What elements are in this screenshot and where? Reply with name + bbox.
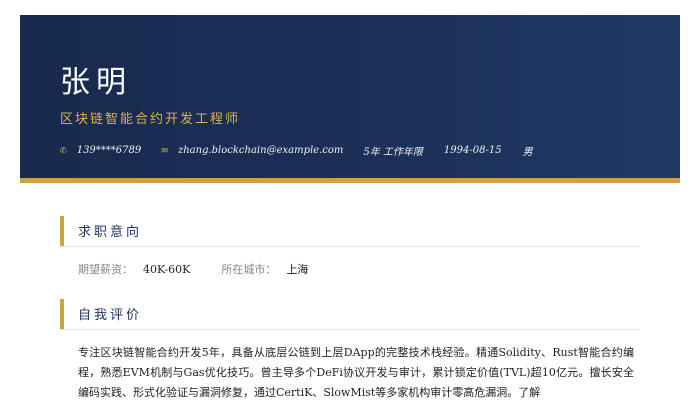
job-title: 区块链智能合约开发工程师 [60,112,241,127]
section-header-intent: 求职意向 [60,216,640,247]
section-accent-bar [60,216,64,246]
candidate-name: 张明 [60,65,132,100]
self-evaluation-text: 专注区块链智能合约开发5年，具备从底层公链到上层DApp的完整技术栈经验。精通S… [78,346,634,399]
birthdate: 1994-08-15 [443,145,502,156]
contact-row: ✆ 139****6789 ✉ zhang.blockchain@example… [60,143,554,158]
city-label: 所在城市： [221,263,277,276]
section-accent-bar [60,299,64,329]
salary-label: 期望薪资： [78,263,133,276]
section-title-intent: 求职意向 [78,225,143,240]
resume-header: 张明 区块链智能合约开发工程师 ✆ 139****6789 ✉ zhang.bl… [20,15,680,183]
contact-phone: ✆ 139****6789 [60,145,141,156]
phone-number: 139****6789 [76,145,142,156]
email-address[interactable]: zhang.blockchain@example.com [178,145,343,156]
contact-email[interactable]: ✉ zhang.blockchain@example.com [161,145,343,156]
gender: 男 [522,147,533,158]
job-intent-row: 期望薪资： 40K-60K 所在城市： 上海 [78,261,339,277]
experience-years: 5年 工作年限 [363,147,423,158]
phone-icon: ✆ [60,146,67,155]
city-value: 上海 [286,263,309,276]
section-header-summary: 自我评价 [60,299,640,330]
mail-icon: ✉ [161,146,168,155]
section-title-summary: 自我评价 [78,308,143,323]
salary-value: 40K-60K [143,262,191,276]
